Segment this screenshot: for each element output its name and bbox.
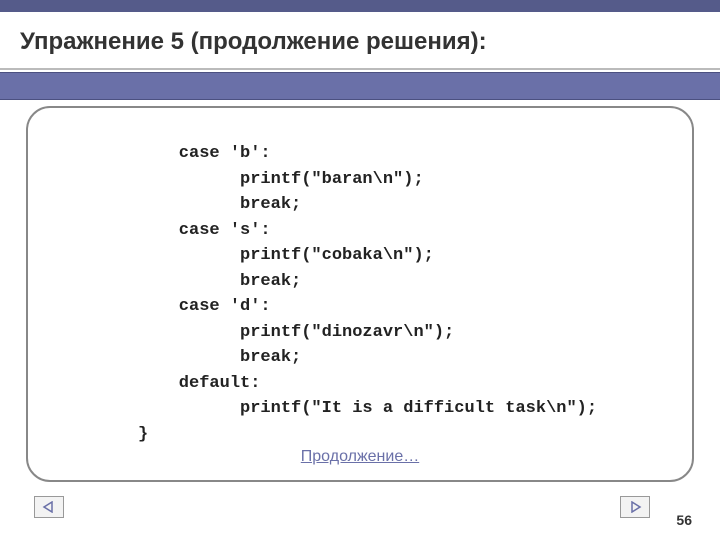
divider-line (0, 68, 720, 70)
color-band (0, 72, 720, 100)
next-button[interactable] (620, 496, 650, 518)
slide-title: Упражнение 5 (продолжение решения): (20, 28, 487, 56)
code-block: case 'b': printf("baran\n"); break; case… (138, 141, 597, 447)
arrow-left-icon (42, 501, 56, 513)
content-frame: case 'b': printf("baran\n"); break; case… (26, 106, 694, 482)
prev-button[interactable] (34, 496, 64, 518)
arrow-right-icon (628, 501, 642, 513)
continue-link[interactable]: Продолжение… (301, 448, 419, 466)
header-bar (0, 0, 720, 12)
page-number: 56 (676, 512, 692, 528)
